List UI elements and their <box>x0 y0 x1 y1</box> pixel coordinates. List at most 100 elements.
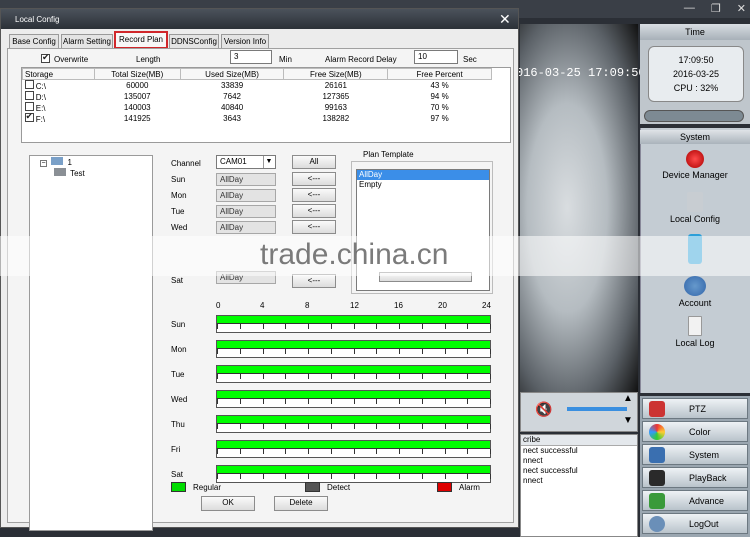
col-total[interactable]: Total Size(MB) <box>93 68 181 80</box>
local-config-item[interactable]: Local Config <box>640 192 750 224</box>
window-controls[interactable]: — ❐ ✕ <box>684 2 746 15</box>
regular-record-fill <box>217 366 490 374</box>
mon-plan-field[interactable]: AllDay <box>216 189 276 202</box>
overwrite-checkbox[interactable] <box>41 52 50 63</box>
wed-plan-field[interactable]: AllDay <box>216 221 276 234</box>
hour-tick <box>262 349 264 354</box>
hour-tick <box>262 424 264 429</box>
close-icon[interactable]: ✕ <box>737 2 746 15</box>
hour-tick <box>399 424 400 429</box>
wed-assign-button[interactable]: <--- <box>292 220 336 234</box>
close-icon[interactable]: ✕ <box>499 11 511 28</box>
account-item[interactable]: Account <box>640 276 750 308</box>
ok-button[interactable]: OK <box>201 496 255 511</box>
delete-button[interactable]: Delete <box>274 496 328 511</box>
tree-child-label: Test <box>70 169 85 178</box>
drive-checkbox[interactable] <box>24 91 34 100</box>
tab-version-info[interactable]: Version Info <box>221 34 269 48</box>
camera-icon <box>54 168 66 176</box>
hour-tick <box>376 349 378 354</box>
minimize-icon[interactable]: — <box>684 2 695 15</box>
hour-tick <box>490 474 491 479</box>
timeline-bar-sun[interactable] <box>216 315 491 333</box>
table-row[interactable]: C:\ 60000 33839 26161 43 % <box>23 80 492 91</box>
time-tab[interactable]: Time <box>640 24 750 40</box>
hour-tick <box>330 324 332 329</box>
system-tab[interactable]: System <box>640 130 750 144</box>
tue-assign-button[interactable]: <--- <box>292 204 336 218</box>
timeline-bar-tue[interactable] <box>216 365 491 383</box>
sun-assign-button[interactable]: <--- <box>292 172 336 186</box>
tue-plan-field[interactable]: AllDay <box>216 205 276 218</box>
drive-checkbox[interactable] <box>24 102 34 111</box>
scroll-up-icon[interactable]: ▲ <box>623 393 633 404</box>
hour-tick <box>421 349 423 354</box>
timeline-bar-fri[interactable] <box>216 440 491 458</box>
tab-record-plan[interactable]: Record Plan <box>114 31 168 49</box>
hour-tick <box>376 374 378 379</box>
volume-slider[interactable] <box>567 407 627 411</box>
color-button[interactable]: Color <box>642 421 748 442</box>
advance-icon <box>649 492 665 509</box>
table-row[interactable]: D:\ 135007 7642 127365 94 % <box>23 91 492 102</box>
device-manager-item[interactable]: Device Manager <box>640 150 750 180</box>
hour-label: 4 <box>260 301 265 310</box>
watermark-text: trade.china.cn <box>260 238 449 271</box>
all-button[interactable]: All <box>292 155 336 169</box>
logout-button[interactable]: LogOut <box>642 513 748 534</box>
hour-tick <box>285 374 287 379</box>
table-row[interactable]: E:\ 140003 40840 99163 70 % <box>23 102 492 113</box>
length-input[interactable]: 3 <box>230 50 272 64</box>
hour-tick <box>217 374 218 379</box>
hour-tick <box>285 349 287 354</box>
timeline-bar-wed[interactable] <box>216 390 491 408</box>
col-storage[interactable]: Storage <box>22 68 95 80</box>
sun-plan-field[interactable]: AllDay <box>216 173 276 186</box>
logout-icon <box>649 515 665 532</box>
timeline-bar-mon[interactable] <box>216 340 491 358</box>
hour-tick <box>239 449 241 454</box>
advance-button[interactable]: Advance <box>642 490 748 511</box>
local-log-label: Local Log <box>675 338 715 348</box>
hour-tick <box>376 424 378 429</box>
dialog-title: Local Config <box>15 15 60 24</box>
timeline-day-label: Sat <box>171 470 184 479</box>
channel-select[interactable]: CAM01 ▼ <box>216 155 276 169</box>
sat-assign-button[interactable]: <--- <box>292 274 336 288</box>
maximize-icon[interactable]: ❐ <box>711 2 721 15</box>
log-line: nnect <box>523 456 543 465</box>
local-log-item[interactable]: Local Log <box>640 316 750 348</box>
tree-collapse-icon[interactable]: − <box>40 160 47 167</box>
alarm-delay-input[interactable]: 10 <box>414 50 458 64</box>
table-row[interactable]: F:\ 141925 3643 138282 97 % <box>23 111 492 124</box>
col-free[interactable]: Free Size(MB) <box>283 68 389 80</box>
tree-child[interactable]: Test <box>54 168 85 178</box>
mon-assign-button[interactable]: <--- <box>292 188 336 202</box>
hour-tick <box>217 474 218 479</box>
clock-date: 2016-03-25 <box>672 69 720 79</box>
ptz-button[interactable]: PTZ <box>642 398 748 419</box>
plan-item-allday[interactable]: AllDay <box>357 170 489 180</box>
tree-root[interactable]: − 1 <box>40 157 72 167</box>
col-used[interactable]: Used Size(MB) <box>179 68 285 80</box>
tab-base-config[interactable]: Base Config <box>9 34 59 48</box>
playback-button[interactable]: PlayBack <box>642 467 748 488</box>
system-button[interactable]: System <box>642 444 748 465</box>
drive-checkbox[interactable] <box>24 111 34 122</box>
device-tree[interactable]: − 1 Test <box>29 155 153 531</box>
tab-ddns-config[interactable]: DDNSConfig <box>169 34 219 48</box>
chevron-down-icon[interactable]: ▼ <box>263 156 274 168</box>
hour-tick <box>353 374 355 379</box>
tab-alarm-setting[interactable]: Alarm Setting <box>61 34 113 48</box>
timeline-bar-sat[interactable] <box>216 465 491 483</box>
mute-speaker-icon[interactable]: 🔇 <box>535 401 552 418</box>
dialog-titlebar[interactable]: Local Config ✕ <box>1 9 518 29</box>
plan-item-empty[interactable]: Empty <box>357 180 489 190</box>
hour-tick <box>217 449 218 454</box>
timeline-bar-thu[interactable] <box>216 415 491 433</box>
scroll-down-icon[interactable]: ▼ <box>623 415 633 426</box>
hour-tick <box>262 449 264 454</box>
timeline-day-label: Fri <box>171 445 181 454</box>
drive-checkbox[interactable] <box>24 80 34 89</box>
col-percent[interactable]: Free Percent <box>387 68 492 80</box>
